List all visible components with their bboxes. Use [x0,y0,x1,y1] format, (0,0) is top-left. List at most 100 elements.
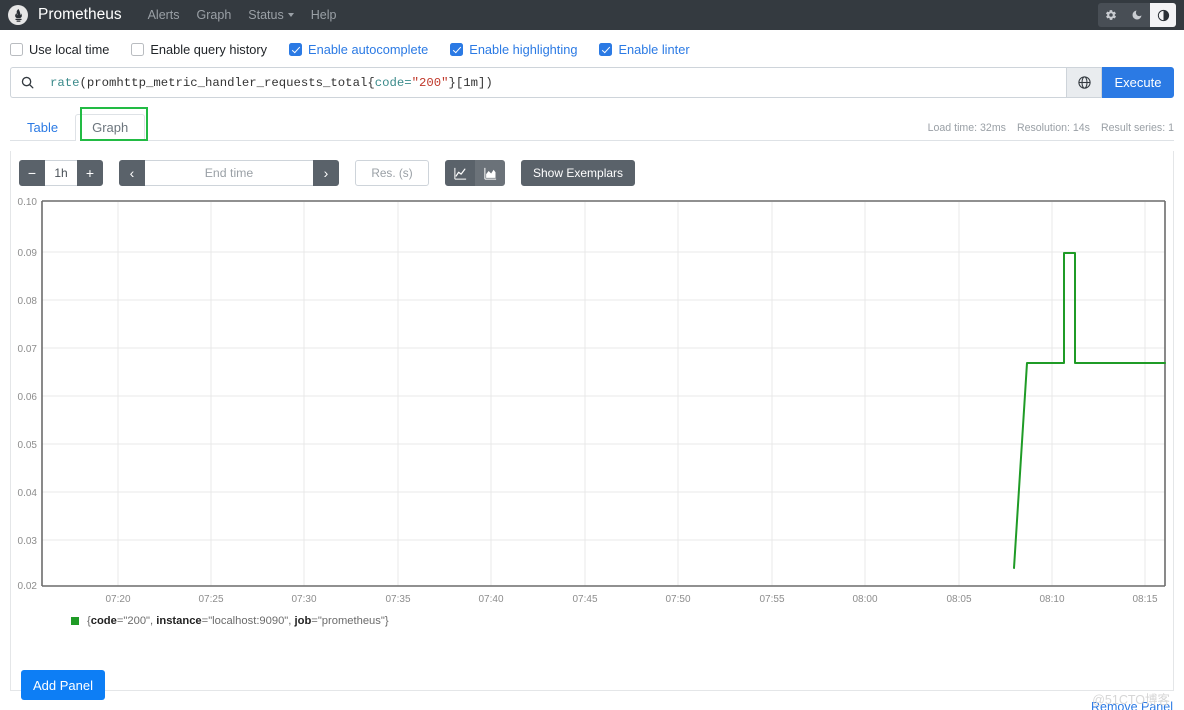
query-token-label: code= [374,75,412,90]
range-increase-button[interactable]: + [77,160,103,186]
stat-resolution: Resolution: 14s [1016,122,1090,134]
query-token-range: }[1m]) [448,75,493,90]
chevron-down-icon [287,13,294,17]
graph-panel: − 1h + ‹ End time › Res. (s) Show Exempl… [10,151,1174,710]
gear-icon[interactable] [1098,3,1124,27]
range-control-group: − 1h + [19,160,103,186]
legend-part-5: instance [156,615,202,627]
add-panel-button[interactable]: Add Panel [21,670,105,700]
chart-vertical-gridlines [117,202,1146,586]
nav-link-help[interactable]: Help [311,8,337,22]
chart-x-tick-labels: 07:20 07:25 07:30 07:35 07:40 07:45 07:5… [105,594,1157,605]
tab-graph[interactable]: Graph [75,114,146,141]
svg-text:0.06: 0.06 [18,392,38,403]
moon-icon[interactable] [1124,3,1150,27]
checkbox-enable-query-history[interactable] [131,43,145,56]
graph-chart[interactable]: 0.10 0.09 0.08 0.07 0.06 0.05 0.04 0.03 … [11,195,1173,605]
query-input[interactable]: rate (promhttp_metric_handler_requests_to… [44,67,1066,98]
svg-text:07:50: 07:50 [665,594,690,605]
svg-text:07:25: 07:25 [198,594,223,605]
svg-text:0.07: 0.07 [18,344,38,355]
svg-text:07:20: 07:20 [105,594,130,605]
legend-part-9: job [294,615,312,627]
tab-table[interactable]: Table [10,114,75,141]
svg-text:07:35: 07:35 [385,594,410,605]
checkbox-enable-autocomplete[interactable] [289,43,303,56]
search-icon [10,67,44,98]
chart-axes-frame [41,200,1166,587]
query-token-string: "200" [411,75,449,90]
options-bar: Use local time Enable query history Enab… [0,30,1184,67]
svg-text:07:45: 07:45 [572,594,597,605]
legend-part-1: code [90,615,117,627]
stacked-area-chart-icon[interactable] [475,160,505,186]
chart-legend[interactable]: {code="200", instance="localhost:9090", … [11,615,1173,627]
legend-color-swatch [71,617,79,625]
end-time-control-group: ‹ End time › [119,160,339,186]
nav-link-alerts-label: Alerts [147,8,180,22]
svg-text:0.10: 0.10 [18,197,38,208]
svg-text:0.02: 0.02 [18,581,38,592]
contrast-half-circle-icon[interactable] [1150,3,1176,27]
execute-button[interactable]: Execute [1102,67,1174,98]
option-use-local-time[interactable]: Use local time [10,42,109,57]
checkbox-enable-highlighting[interactable] [450,43,464,56]
svg-text:0.05: 0.05 [18,440,38,451]
option-enable-highlighting[interactable]: Enable highlighting [450,42,577,57]
svg-text:07:55: 07:55 [759,594,784,605]
svg-text:0.09: 0.09 [18,248,38,259]
option-enable-autocomplete-label: Enable autocomplete [308,42,429,57]
nav-link-alerts[interactable]: Alerts [148,8,180,22]
globe-icon[interactable] [1066,67,1102,98]
watermark: @51CTO博客 [1092,693,1170,707]
end-time-next-button[interactable]: › [313,160,339,186]
nav-link-status-label: Status [248,8,284,22]
show-exemplars-button[interactable]: Show Exemplars [521,160,636,186]
legend-part-12: } [384,615,389,627]
svg-text:07:40: 07:40 [478,594,503,605]
range-decrease-button[interactable]: − [19,160,45,186]
nav-link-graph-label: Graph [196,8,232,22]
chart-svg: 0.10 0.09 0.08 0.07 0.06 0.05 0.04 0.03 … [18,197,1166,605]
checkbox-enable-linter[interactable] [599,43,613,56]
prometheus-torch-icon [8,5,28,25]
end-time-input[interactable]: End time [145,160,313,186]
option-enable-query-history[interactable]: Enable query history [131,42,267,57]
option-enable-linter[interactable]: Enable linter [599,42,690,57]
theme-switcher [1098,3,1176,27]
resolution-input[interactable]: Res. (s) [355,160,429,186]
svg-text:07:30: 07:30 [291,594,316,605]
navbar: Prometheus Alerts Graph Status Help [0,0,1184,30]
svg-text:08:10: 08:10 [1039,594,1064,605]
legend-part-3: "200" [123,615,151,627]
end-time-prev-button[interactable]: ‹ [119,160,145,186]
query-stats: Load time: 32ms Resolution: 14s Result s… [928,122,1174,134]
query-token-fn: rate [50,75,80,90]
graph-controls: − 1h + ‹ End time › Res. (s) Show Exempl… [11,160,1173,186]
line-chart-icon[interactable] [445,160,475,186]
option-use-local-time-label: Use local time [29,42,110,57]
svg-text:08:05: 08:05 [946,594,971,605]
checkbox-use-local-time[interactable] [10,43,23,56]
option-enable-query-history-label: Enable query history [150,42,268,57]
legend-part-7: "localhost:9090" [208,615,289,627]
range-value-input[interactable]: 1h [45,160,77,186]
svg-text:0.04: 0.04 [18,488,38,499]
stat-result-series: Result series: 1 [1100,122,1174,134]
nav-link-graph[interactable]: Graph [197,8,232,22]
resolution-control-group: Res. (s) [355,160,429,186]
stat-load-time: Load time: 32ms [927,122,1006,134]
option-enable-highlighting-label: Enable highlighting [469,42,578,57]
svg-text:0.03: 0.03 [18,536,38,547]
nav-link-status[interactable]: Status [248,8,294,22]
option-enable-autocomplete[interactable]: Enable autocomplete [289,42,428,57]
query-bar: rate (promhttp_metric_handler_requests_to… [10,67,1174,98]
legend-part-11: "prometheus" [317,615,385,627]
legend-series-label: {code="200", instance="localhost:9090", … [87,615,389,627]
svg-text:0.08: 0.08 [18,296,38,307]
nav-link-help-label: Help [310,8,337,22]
chart-type-toggle-group [445,160,505,186]
result-tabs: Table Graph Load time: 32ms Resolution: … [10,107,1174,141]
chart-y-tick-labels: 0.10 0.09 0.08 0.07 0.06 0.05 0.04 0.03 … [18,197,38,592]
option-enable-linter-label: Enable linter [618,42,690,57]
